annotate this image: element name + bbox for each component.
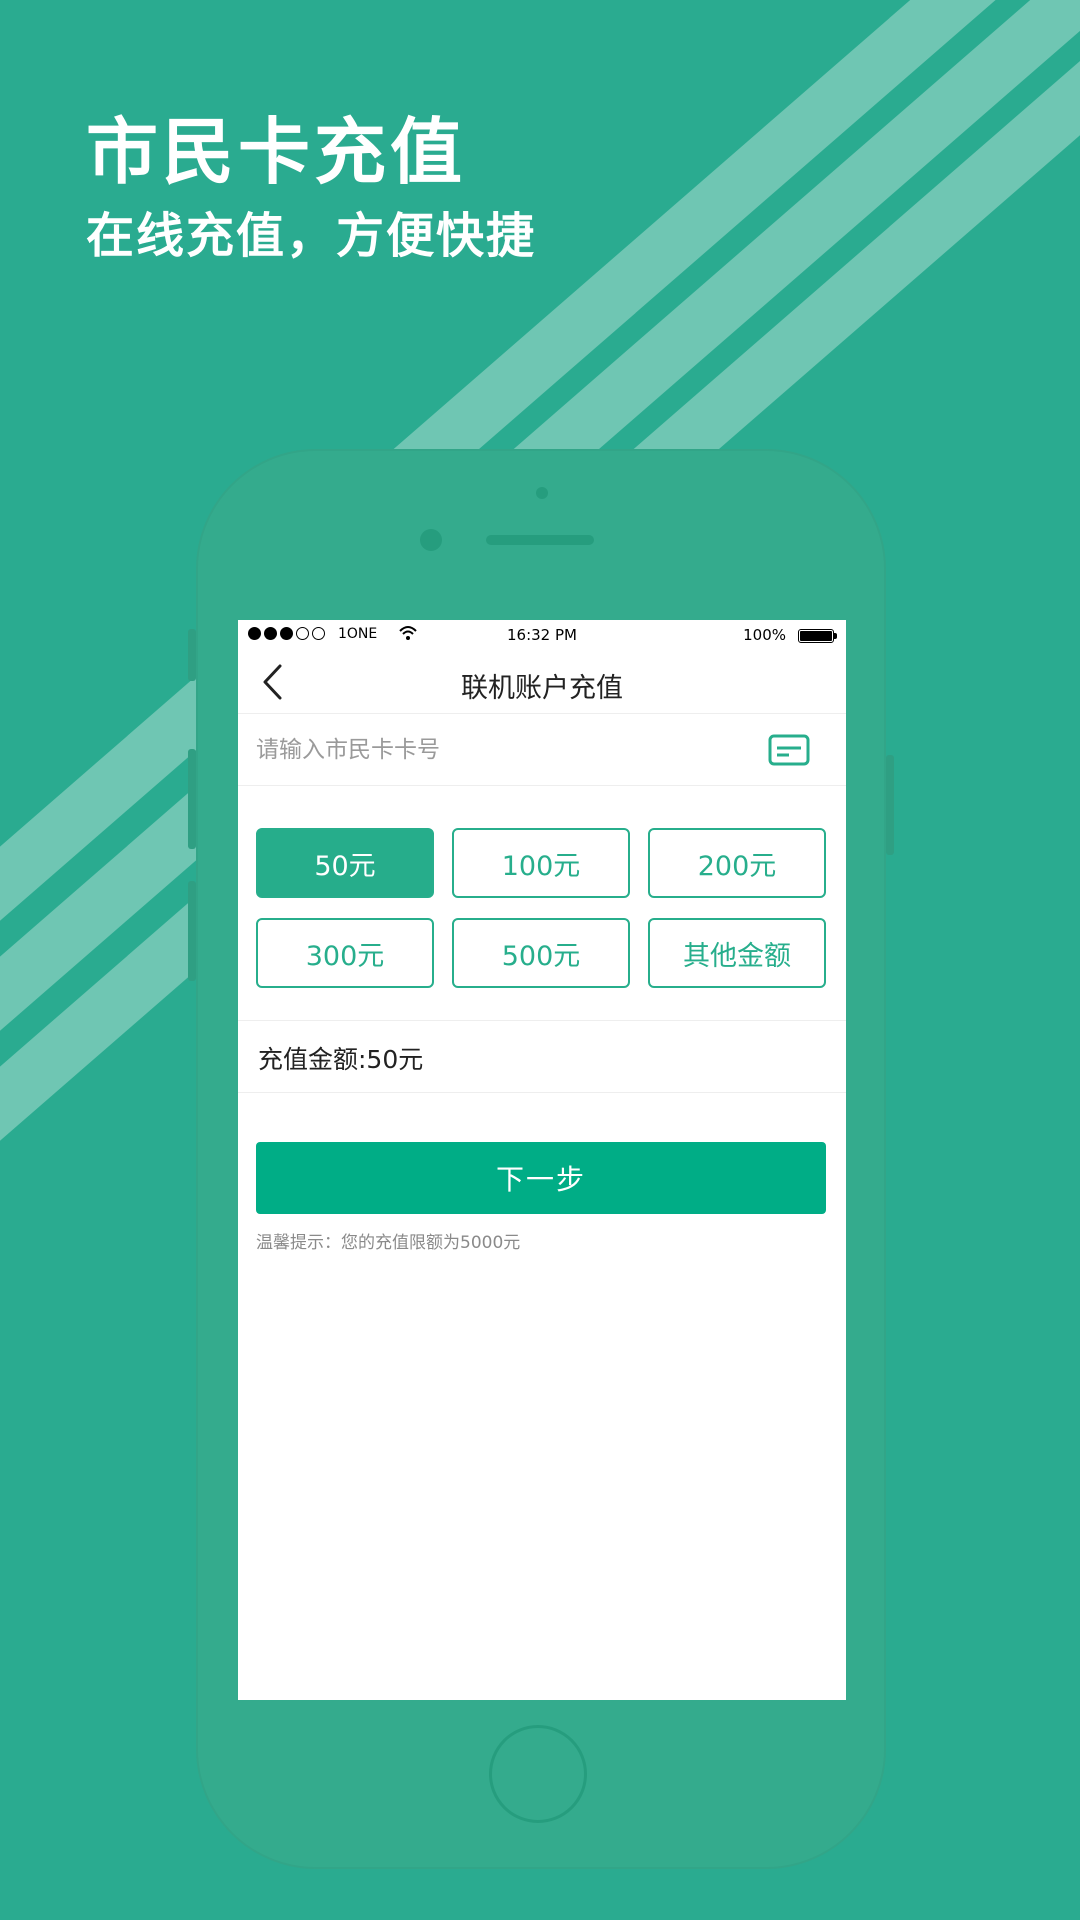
recharge-amount-summary: 充值金额:50元 bbox=[258, 1045, 424, 1074]
amount-option-100[interactable]: 100元 bbox=[452, 828, 630, 898]
phone-home-button bbox=[489, 1725, 587, 1823]
amount-option-200[interactable]: 200元 bbox=[648, 828, 826, 898]
battery-icon bbox=[798, 629, 837, 643]
status-bar: 1ONE 16:32 PM 100% bbox=[238, 620, 846, 650]
page-title: 联机账户充值 bbox=[461, 673, 623, 704]
card-number-input[interactable] bbox=[256, 730, 736, 770]
phone-speaker bbox=[486, 535, 594, 545]
battery-percent: 100% bbox=[743, 626, 786, 644]
nav-bar: 联机账户充值 bbox=[238, 650, 846, 714]
divider bbox=[238, 1092, 846, 1093]
recharge-limit-tip: 温馨提示：您的充值限额为5000元 bbox=[256, 1233, 521, 1253]
phone-mute-switch bbox=[188, 629, 196, 681]
card-icon[interactable] bbox=[768, 734, 810, 766]
phone-mockup: 1ONE 16:32 PM 100% 联机账户充值 请输入市民卡卡号 50元 1… bbox=[188, 449, 894, 1869]
next-step-button[interactable]: 下一步 bbox=[256, 1142, 826, 1214]
phone-screen: 1ONE 16:32 PM 100% 联机账户充值 请输入市民卡卡号 50元 1… bbox=[238, 620, 846, 1700]
hero-title: 市民卡充值 bbox=[86, 110, 467, 194]
amount-option-other[interactable]: 其他金额 bbox=[648, 918, 826, 988]
decor-stripe bbox=[481, 0, 1080, 520]
amount-options: 50元 100元 200元 300元 500元 其他金额 bbox=[256, 828, 828, 990]
hero-subtitle: 在线充值，方便快捷 bbox=[86, 208, 537, 264]
card-number-row bbox=[238, 714, 846, 786]
phone-power-button bbox=[886, 755, 894, 855]
amount-option-300[interactable]: 300元 bbox=[256, 918, 434, 988]
amount-option-50[interactable]: 50元 bbox=[256, 828, 434, 898]
phone-volume-up bbox=[188, 749, 196, 849]
amount-option-500[interactable]: 500元 bbox=[452, 918, 630, 988]
phone-front-camera bbox=[420, 529, 442, 551]
phone-volume-down bbox=[188, 881, 196, 981]
phone-sensor bbox=[536, 487, 548, 499]
divider bbox=[238, 1020, 846, 1021]
